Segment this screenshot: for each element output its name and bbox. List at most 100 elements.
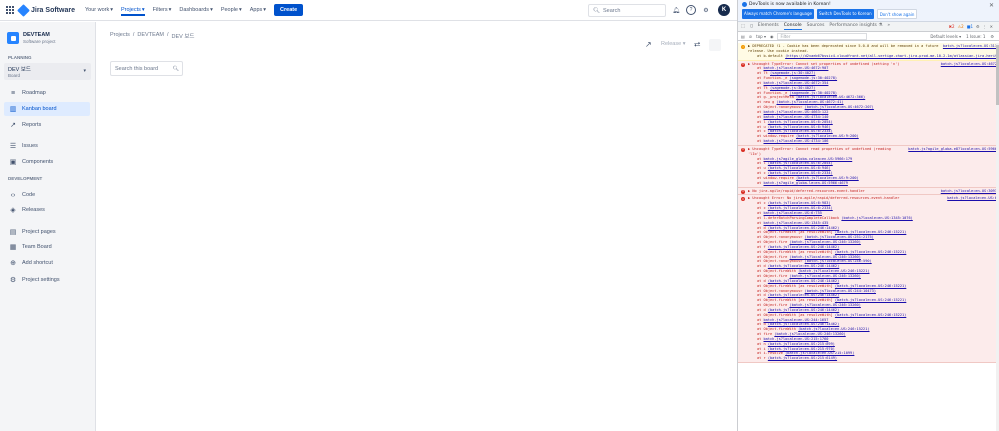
console-warning[interactable]: ! ▶ DEPRECATED !1 - Cookie has been depre…	[738, 43, 999, 61]
stack-frame-link[interactable]: (batch.js?locale=en-US:1345:1076)	[841, 216, 912, 220]
sidebar-toggle-icon[interactable]: ▤	[741, 34, 745, 39]
nav-people[interactable]: People ▾	[221, 7, 242, 13]
board-search-input[interactable]: Search this board 🔍︎	[110, 61, 183, 76]
kebab-menu-icon[interactable]: ⋮	[983, 24, 987, 29]
devtools-tab[interactable]: Performance insights ⚗	[829, 23, 882, 30]
notifications-icon[interactable]: 🔔︎	[671, 5, 681, 15]
stack-frame-link[interactable]: (batch.js?locale=en-US:246:13260)	[789, 240, 860, 244]
breadcrumb-projects[interactable]: Projects	[110, 32, 130, 40]
share-icon[interactable]: ⮂	[694, 40, 700, 50]
stack-frame-link[interactable]: (batch.js?locale=en-US:215:899)	[768, 342, 835, 346]
stack-frame-link[interactable]: (https://d2vaeb67bssic4.cloudfront.net/a…	[785, 54, 999, 58]
stack-frame-link[interactable]: (batch.js?locale=en-US:6:2334)	[768, 129, 833, 133]
close-icon[interactable]: ✕	[989, 2, 994, 9]
stack-frame-link[interactable]: (sagemode.js:30:40278)	[789, 91, 837, 95]
issues-counter[interactable]: 1 Issue: 1	[966, 34, 985, 39]
stack-frame-link[interactable]: (batch.js?locale=en-US:4672:41)	[776, 100, 843, 104]
sidebar-item-code[interactable]: ‹› Code	[4, 188, 90, 202]
help-icon[interactable]: ?	[686, 5, 696, 15]
sidebar-item-add-shortcut[interactable]: ⊕ Add shortcut	[4, 256, 90, 270]
stack-frame-link[interactable]: batch.js?locale=en-US:1345:435	[764, 221, 829, 225]
dont-show-again-button[interactable]: Don't show again	[876, 9, 918, 19]
stack-frame-link[interactable]: (batch.js?locale=en-US:215:1099)	[785, 351, 854, 355]
match-language-button[interactable]: Always match Chrome's language	[742, 9, 814, 19]
app-switcher-icon[interactable]	[6, 6, 14, 14]
stack-frame-link[interactable]: (batch.js?locale=en-US:246:15221)	[835, 250, 906, 254]
stack-frame-link[interactable]: (batch.js?locale=en-US:9:200)	[796, 134, 859, 138]
stack-frame-link[interactable]: (batch.js?locale=en-US:251:2175)	[805, 235, 874, 239]
create-button[interactable]: Create	[274, 4, 304, 16]
console-error[interactable]: ✕ ▶ No jira-agile/rapid/deferred-resource…	[738, 187, 999, 196]
stack-frame-link[interactable]: batch.js?locale=en-US:4734:106	[764, 139, 829, 143]
devtools-tab[interactable]: »	[887, 23, 890, 30]
stack-frame-link[interactable]: (batch.js?locale=en-US:6:2054)	[768, 161, 833, 165]
nav-dashboards[interactable]: Dashboards ▾	[179, 7, 212, 13]
stack-frame-link[interactable]: (batch.js?locale=en-US:9:200)	[796, 176, 859, 180]
stack-frame-link[interactable]: (batch.js?locale=en-US:246:15221)	[798, 327, 869, 331]
stack-frame-link[interactable]: (sagemode.js:30:40278)	[789, 76, 837, 80]
stack-frame-link[interactable]: (sagemode.js:30:4027)	[770, 86, 815, 90]
stack-frame-link[interactable]: (batch.js?locale=en-US:6:946)	[768, 166, 831, 170]
stack-frame-link[interactable]: (batch.js?locale=en-US:246:590)	[805, 259, 872, 263]
global-search-input[interactable]: 🔍︎ Search	[588, 4, 666, 17]
stack-frame-link[interactable]: batch.js?agile_globa.calea=en-US:5966:17…	[764, 157, 853, 161]
stack-frame-link[interactable]: (sagemode.js:30:4027)	[770, 71, 815, 75]
project-header[interactable]: DEVTEAM Software project	[0, 22, 95, 44]
devtools-settings-gear-icon[interactable]: ⚙	[976, 24, 980, 29]
stack-frame-link[interactable]: (batch.js?locale=en-US:246:15221)	[835, 298, 906, 302]
console-source-link[interactable]: batch.js?locale=en-US:3093	[941, 189, 997, 194]
eye-icon[interactable]: ◉	[770, 34, 774, 39]
stack-frame-link[interactable]: batch.js?locale=en-US:215:1760	[764, 337, 829, 341]
stack-frame-link[interactable]: (batch.js?locale=en-US:6:983)	[768, 201, 831, 205]
console-error[interactable]: ✕ ▶ Uncaught TypeError: Cannot set proper…	[738, 60, 999, 146]
nav-apps[interactable]: Apps ▾	[250, 7, 266, 13]
stack-frame-link[interactable]: (batch.js?locale=en-US:6:2334)	[768, 171, 833, 175]
device-toolbar-icon[interactable]: ▯	[750, 24, 752, 29]
stack-frame-link[interactable]: (batch.js?locale=en-US:215:970)	[768, 347, 835, 351]
stack-frame-link[interactable]: batch.js?locale=en-US:244:1657	[764, 318, 829, 322]
log-levels-dropdown[interactable]: Default levels ▾	[930, 34, 961, 39]
devtools-tab[interactable]: Console	[783, 23, 802, 30]
sidebar-item-project-settings[interactable]: ⚙ Project settings	[4, 273, 90, 287]
breadcrumb-project[interactable]: DEVTEAM	[137, 32, 164, 40]
stack-frame-link[interactable]: (batch.js?locale=en-US:246:13260)	[789, 303, 860, 307]
stack-frame-link[interactable]: (batch.js?locale=en-US:4672:207)	[805, 105, 874, 109]
info-count-badge[interactable]: ■1	[967, 24, 973, 29]
switch-language-button[interactable]: Switch DevTools to Korean	[816, 9, 874, 19]
warning-count-badge[interactable]: ⚠2	[958, 24, 964, 29]
error-count-badge[interactable]: ✖2	[949, 24, 955, 29]
stack-frame-link[interactable]: batch.js?locale=en-US:4672:354	[764, 81, 829, 85]
settings-gear-icon[interactable]: ⚙	[701, 5, 711, 15]
stack-frame-link[interactable]: (batch.js?locale=en-US:246:15221)	[835, 284, 906, 288]
stack-frame-link[interactable]: (batch.js?locale=en-US:246:13260)	[789, 274, 860, 278]
stack-frame-link[interactable]: (batch.js?locale=en-US:246:14462)	[768, 226, 839, 230]
jira-logo[interactable]: Jira Software	[17, 3, 75, 17]
stack-frame-link[interactable]: batch.js?locale=en-US:4672:907	[764, 66, 829, 70]
stack-frame-link[interactable]: (batch.js?locale=en-US:6:2334)	[768, 206, 833, 210]
nav-projects[interactable]: Projects ▾	[121, 7, 145, 16]
sidebar-item-team-board[interactable]: ▦ Team Board	[4, 240, 90, 254]
stack-frame-link[interactable]: (batch.js?locale=en-US:246:14462)	[768, 264, 839, 268]
devtools-tab[interactable]: Sources	[807, 23, 825, 30]
stack-frame-link[interactable]: (batch.js?locale=en-US:246:14462)	[768, 245, 839, 249]
clear-console-icon[interactable]: ⊘	[749, 34, 752, 39]
console-filter-input[interactable]: Filter	[777, 32, 868, 40]
console-source-link[interactable]: batch.js?locale=en-US:6	[947, 196, 997, 201]
stack-frame-link[interactable]: (batch.js?locale=en-US:246:14462)	[768, 293, 839, 297]
nav-your-work[interactable]: Your work ▾	[85, 7, 113, 13]
breadcrumb-board[interactable]: DEV 보드	[172, 32, 195, 40]
stack-frame-link[interactable]: (batch.js?locale=en-US:215:6149)	[768, 356, 837, 360]
sidebar-item-issues[interactable]: ☰ Issues	[4, 139, 90, 153]
sidebar-item-components[interactable]: ▣ Components	[4, 155, 90, 169]
console-error[interactable]: ✕ ▶ Uncaught Error: No jira-agile/rapid/d…	[738, 195, 999, 364]
sidebar-item-releases[interactable]: ◈ Releases	[4, 203, 90, 217]
stack-frame-link[interactable]: (batch.js?locale=en-US:246:14462)	[768, 279, 839, 283]
stack-frame-link[interactable]: (batch.js?locale=en-US:6:2054)	[768, 120, 833, 124]
stack-frame-link[interactable]: (batch.js?locale=en-US:246:15221)	[835, 230, 906, 234]
stack-frame-link[interactable]: (batch.js?locale=en-US:246:13260)	[789, 255, 860, 259]
stack-frame-link[interactable]: batch.js?locale=en-US:4663:122	[764, 110, 829, 114]
inspect-icon[interactable]: ⬚	[741, 24, 745, 29]
user-avatar[interactable]: K	[718, 4, 730, 16]
stack-frame-link[interactable]: (batch.js?locale=en-US:246:13260)	[774, 332, 845, 336]
stack-frame-link[interactable]: (batch.js?locale=en-US:246:15221)	[835, 313, 906, 317]
